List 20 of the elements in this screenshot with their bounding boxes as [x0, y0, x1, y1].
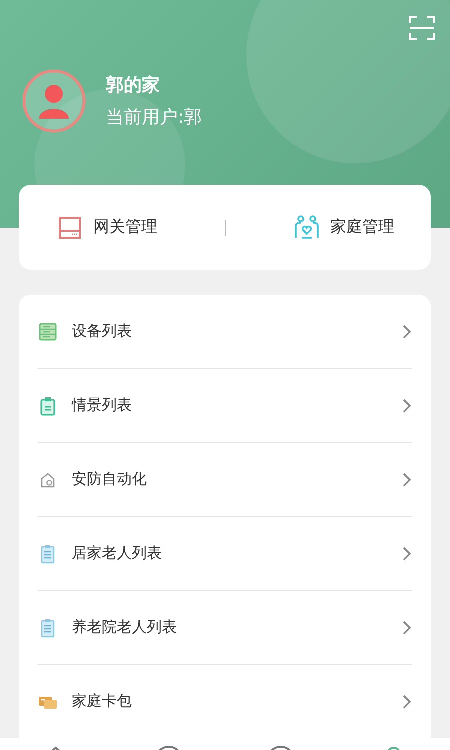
- quick-action[interactable]: 网关管理: [50, 208, 164, 248]
- family-icon: [292, 214, 320, 242]
- menu-item[interactable]: 情景列表: [38, 368, 412, 442]
- menu-item[interactable]: 养老院老人列表: [38, 590, 412, 664]
- quick-action[interactable]: 家庭管理: [286, 208, 400, 248]
- list-icon: [38, 322, 58, 342]
- chevron-icon: [402, 398, 412, 414]
- menu-item[interactable]: 安防自动化: [38, 442, 412, 516]
- menu-item[interactable]: 设备列表: [38, 295, 412, 368]
- chevron-icon: [402, 324, 412, 340]
- current-user: 当前用户:郭: [106, 106, 202, 129]
- chevron-icon: [402, 472, 412, 488]
- menu-item[interactable]: 居家老人列表: [38, 516, 412, 590]
- avatar-icon: [22, 69, 86, 133]
- chevron-icon: [402, 546, 412, 562]
- scan-icon[interactable]: [408, 14, 436, 42]
- home-name: 郭的家: [106, 74, 161, 97]
- clipboard-icon: [38, 396, 58, 416]
- chevron-icon: [402, 620, 412, 636]
- chevron-icon: [402, 694, 412, 710]
